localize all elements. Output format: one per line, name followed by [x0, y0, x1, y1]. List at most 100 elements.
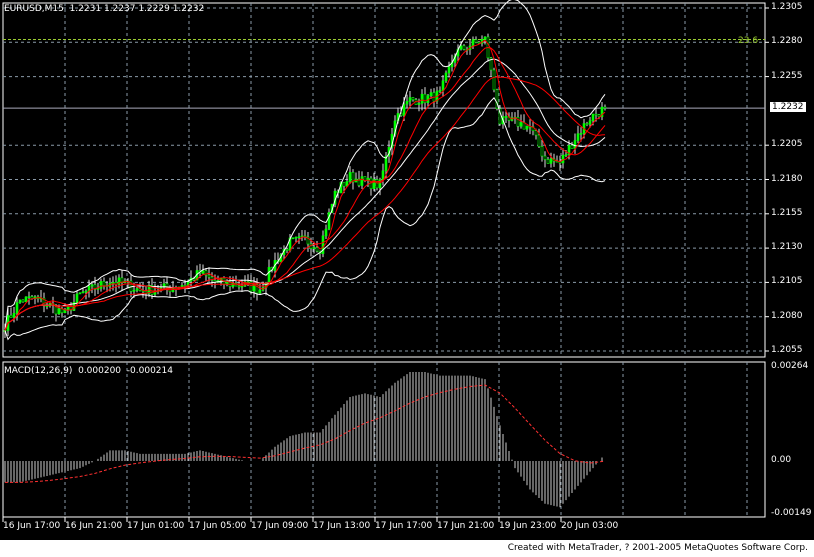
- time-tick-label: 17 Jun 09:00: [251, 521, 309, 531]
- candle: [420, 93, 424, 104]
- candle: [21, 299, 25, 303]
- candle: [405, 100, 409, 105]
- time-tick-label: 16 Jun 17:00: [3, 521, 61, 531]
- macd-name: MACD(12,26,9): [4, 366, 73, 376]
- high-value: 1.2237: [103, 4, 136, 14]
- price-tick-label: 1.2280: [771, 36, 803, 47]
- candle: [543, 155, 547, 160]
- candle: [360, 176, 364, 186]
- time-tick-label: 17 Jun 13:00: [313, 521, 371, 531]
- macd-tick-label: -0.00149: [771, 508, 812, 519]
- candle: [537, 134, 541, 147]
- candle: [111, 282, 115, 284]
- candle: [591, 113, 595, 121]
- candle: [324, 228, 328, 237]
- candle: [564, 154, 568, 156]
- price-tick-label: 1.2180: [771, 173, 803, 184]
- close-value: 1.2232: [172, 4, 205, 14]
- candle: [90, 284, 94, 287]
- time-tick-label: 17 Jun 17:00: [375, 521, 433, 531]
- candle: [285, 248, 289, 251]
- open-value: 1.2231: [69, 4, 102, 14]
- candle: [444, 72, 448, 82]
- candle: [15, 302, 19, 314]
- metatrader-chart[interactable]: EURUSD,M15 1.2231 1.2237 1.2229 1.2232 M…: [0, 0, 814, 557]
- candle: [297, 236, 301, 239]
- candle: [492, 69, 496, 91]
- candle: [45, 305, 49, 308]
- candle: [81, 291, 85, 294]
- candle: [75, 293, 79, 303]
- candle: [549, 158, 553, 164]
- candle: [462, 45, 466, 50]
- candle: [237, 285, 241, 288]
- candle: [240, 285, 244, 288]
- candle: [375, 179, 379, 189]
- candle: [78, 292, 82, 295]
- bollinger-lower: [4, 96, 606, 341]
- macd-tick-label: 0.00264: [771, 361, 809, 372]
- candle: [588, 120, 592, 125]
- bollinger-upper: [4, 0, 606, 331]
- price-tick-label: 1.2080: [771, 310, 803, 321]
- price-tick-label: 1.2055: [771, 345, 803, 355]
- price-tick-label: 1.2130: [771, 242, 803, 253]
- time-tick-label: 20 Jun 03:00: [561, 521, 619, 531]
- candle: [315, 247, 319, 252]
- chart-canvas[interactable]: [0, 0, 814, 557]
- candle: [447, 66, 451, 74]
- candle: [99, 281, 103, 289]
- candle: [135, 288, 139, 291]
- chart-header: EURUSD,M15 1.2231 1.2237 1.2229 1.2232: [4, 4, 204, 14]
- candle: [294, 236, 298, 239]
- candle: [504, 116, 508, 118]
- symbol: EURUSD,M15: [4, 4, 64, 14]
- time-tick-label: 17 Jun 01:00: [127, 521, 185, 531]
- candle: [348, 172, 352, 182]
- candle: [27, 296, 31, 298]
- time-tick-label: 17 Jun 05:00: [189, 521, 247, 531]
- candle: [546, 159, 550, 164]
- candle: [603, 106, 607, 109]
- candle: [585, 123, 589, 125]
- price-tick-label: 1.2105: [771, 276, 803, 287]
- candle: [267, 267, 271, 284]
- candle: [576, 133, 580, 141]
- candle: [102, 281, 106, 286]
- candle: [597, 114, 601, 117]
- price-tick-label: 1.2305: [771, 2, 803, 12]
- low-value: 1.2229: [138, 4, 170, 14]
- candle: [411, 97, 415, 100]
- candle: [579, 133, 583, 135]
- candle: [474, 39, 478, 43]
- candle: [483, 36, 487, 40]
- candle: [207, 274, 211, 278]
- candle: [438, 90, 442, 92]
- candle: [57, 308, 61, 315]
- credit-text: Created with MetaTrader, ? 2001-2005 Met…: [507, 543, 808, 553]
- candle: [525, 125, 529, 130]
- time-tick-label: 16 Jun 21:00: [65, 521, 123, 531]
- candle: [519, 122, 523, 127]
- candle: [84, 290, 88, 293]
- time-tick-label: 17 Jun 21:00: [437, 521, 495, 531]
- candle: [342, 182, 346, 187]
- candle: [201, 270, 205, 274]
- candle: [381, 170, 385, 181]
- candle: [471, 39, 475, 47]
- macd-header: MACD(12,26,9) 0.000200 -0.000214: [4, 366, 173, 376]
- candle: [9, 315, 13, 318]
- candle: [132, 290, 136, 292]
- price-tick-label: 1.2255: [771, 70, 803, 81]
- candle: [12, 312, 16, 318]
- time-tick-label: 19 Jun 23:00: [499, 521, 557, 531]
- current-price-label: 1.2232: [770, 102, 806, 113]
- macd-tick-label: 0.00: [771, 455, 792, 465]
- macd-main: 0.000200: [78, 366, 122, 376]
- candle: [429, 92, 433, 96]
- fibo-label: 23.6: [738, 36, 759, 46]
- candle: [66, 306, 70, 310]
- candle: [441, 80, 445, 91]
- candle: [540, 146, 544, 157]
- candle: [534, 130, 538, 136]
